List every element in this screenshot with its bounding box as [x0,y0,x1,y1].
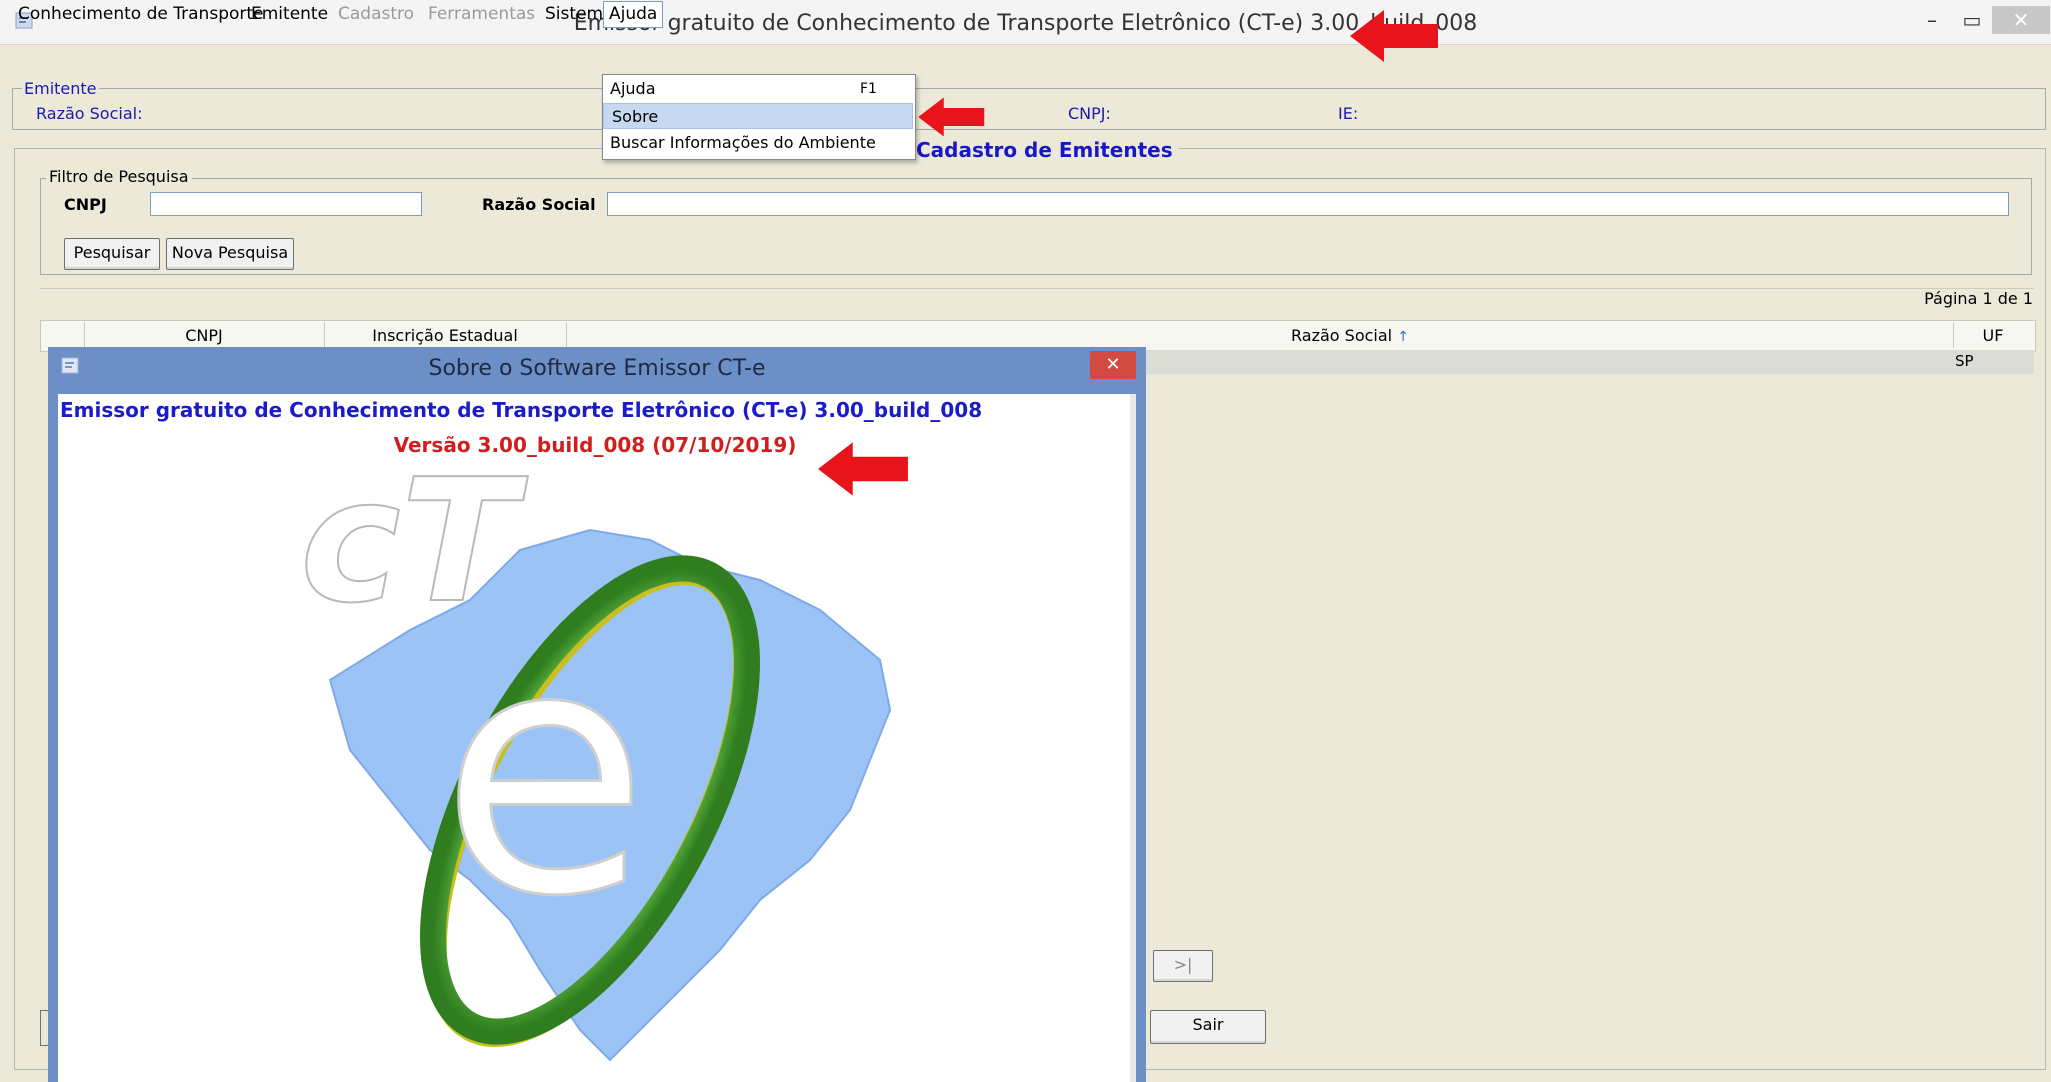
menu-bar [0,45,2051,75]
menu-ajuda[interactable]: Ajuda [603,1,664,28]
filter-razao-social-label: Razão Social [482,195,596,214]
menu-item-buscar-label: Buscar Informações do Ambiente [610,133,876,152]
menu-item-buscar-informacoes[interactable]: Buscar Informações do Ambiente [602,130,914,156]
menu-item-sobre[interactable]: Sobre [603,103,913,129]
column-inscricao-estadual[interactable]: Inscrição Estadual [326,326,564,345]
logo-e-letter: e [440,575,649,971]
pager-bar [40,288,2034,315]
column-razao-social[interactable]: Razão Social ↑ [1150,326,1550,345]
column-cnpj[interactable]: CNPJ [86,326,322,345]
cnpj-label: CNPJ: [1068,104,1111,123]
minimize-button[interactable]: – [1912,6,1952,34]
menu-item-ajuda-label: Ajuda [610,79,656,98]
page-indicator: Página 1 de 1 [1924,289,2033,308]
panel-title: Cadastro de Emitentes [910,138,1179,162]
cnpj-input[interactable] [150,192,422,216]
cell-uf: SP [1955,352,1974,370]
ie-label: IE: [1338,104,1359,123]
menu-conhecimento-de-transporte[interactable]: Conhecimento de Transporte [18,4,264,24]
menu-item-ajuda[interactable]: Ajuda F1 [602,76,914,102]
column-separator [84,322,85,348]
about-close-button[interactable]: ✕ [1090,351,1136,379]
menu-ferramentas[interactable]: Ferramentas [428,4,535,24]
about-heading: Emissor gratuito de Conhecimento de Tran… [60,398,983,422]
razao-social-label: Razão Social: [36,104,143,123]
sort-ascending-icon: ↑ [1397,329,1409,345]
menu-emitente[interactable]: Emitente [251,4,328,24]
pesquisar-button[interactable]: Pesquisar [64,238,160,270]
annotation-arrow-icon [818,442,908,496]
about-dialog-title: Sobre o Software Emissor CT-e [428,356,766,381]
maximize-button[interactable]: ▭ [1952,6,1992,34]
menu-cadastro[interactable]: Cadastro [338,4,414,24]
razao-social-input[interactable] [607,192,2009,216]
column-separator [1953,322,1954,348]
annotation-arrow-icon [1350,10,1438,62]
last-page-button[interactable]: >| [1153,950,1213,982]
menu-item-ajuda-shortcut: F1 [860,81,877,97]
emitente-group [12,88,2046,130]
about-version: Versão 3.00_build_008 (07/10/2019) [393,433,797,457]
sair-button[interactable]: Sair [1150,1010,1266,1044]
column-uf[interactable]: UF [1955,326,2031,345]
emitente-legend: Emitente [22,79,99,98]
table-row[interactable] [1140,350,2034,374]
nova-pesquisa-button[interactable]: Nova Pesquisa [166,238,294,270]
about-scrollbar[interactable] [1130,394,1136,1082]
column-separator [324,322,325,348]
menu-item-sobre-label: Sobre [612,107,659,126]
filter-legend: Filtro de Pesquisa [46,167,192,186]
cte-logo: cT e [299,470,892,1062]
column-razao-social-label: Razão Social [1291,326,1393,345]
annotation-arrow-icon [918,97,985,137]
column-separator [566,322,567,348]
close-button[interactable]: ✕ [1992,6,2050,34]
filter-cnpj-label: CNPJ [64,195,107,214]
